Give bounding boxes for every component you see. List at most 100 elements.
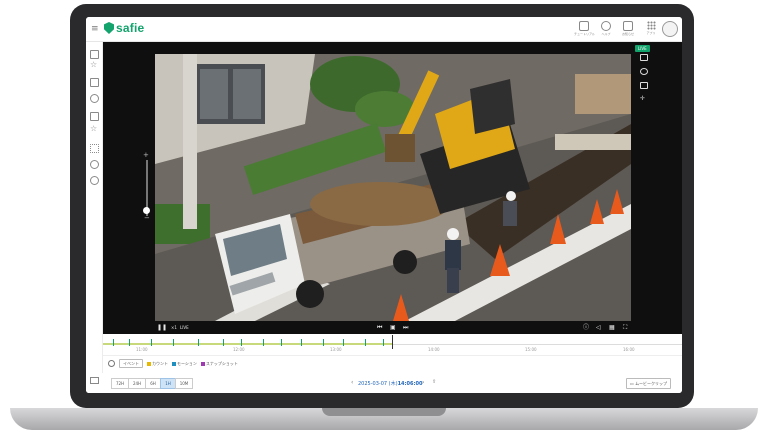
settings-icon[interactable] bbox=[90, 176, 99, 185]
video-control-bar: ❚❚ ×1 LIVE ⏮ ▣ ⏭ ⓘ ◁ ▦ ⛶ bbox=[103, 322, 682, 334]
camera-icon[interactable] bbox=[90, 50, 99, 59]
timeline-label: 11:00 bbox=[136, 347, 148, 352]
current-datetime[interactable]: 2025-03-07 (木)14:06:00 bbox=[358, 380, 422, 387]
layout-icon[interactable] bbox=[90, 112, 99, 121]
event-marker[interactable] bbox=[223, 339, 224, 346]
avatar[interactable] bbox=[662, 21, 678, 37]
event-marker[interactable] bbox=[343, 339, 344, 346]
help-button[interactable]: ヘルプ bbox=[596, 21, 616, 36]
users-icon[interactable] bbox=[90, 160, 99, 169]
legend-snapshot-label: スナップショット bbox=[205, 360, 238, 366]
legend-count[interactable]: カウント bbox=[147, 361, 168, 367]
recording-bar bbox=[103, 343, 393, 345]
grid-icon bbox=[646, 21, 656, 30]
app-window: ≡ safie チュートリアル ヘルプ お知らせ アプリ ☆ ☆ LIVE ✛ … bbox=[86, 17, 682, 393]
logo[interactable]: safie bbox=[104, 21, 144, 35]
apps-label: アプリ bbox=[646, 31, 656, 35]
event-marker[interactable] bbox=[383, 339, 384, 346]
camera-settings-icon[interactable] bbox=[640, 68, 648, 75]
volume-icon[interactable]: ◁ bbox=[596, 324, 601, 332]
timeline[interactable]: 11:00 12:00 13:00 14:00 15:00 16:00 bbox=[103, 335, 682, 356]
legend-count-label: カウント bbox=[152, 360, 168, 366]
camera-video[interactable] bbox=[155, 54, 631, 321]
range-1h-button[interactable]: 1H bbox=[160, 378, 176, 389]
next-date-icon[interactable]: › bbox=[422, 379, 424, 386]
pause-icon[interactable]: ❚❚ bbox=[157, 324, 167, 332]
live-badge: LIVE bbox=[635, 45, 650, 52]
tutorial-label: チュートリアル bbox=[574, 32, 595, 36]
notice-label: お知らせ bbox=[622, 32, 634, 36]
timeline-label: 13:00 bbox=[330, 347, 342, 352]
film-icon[interactable] bbox=[90, 78, 99, 87]
range-6h-button[interactable]: 6H bbox=[145, 378, 161, 389]
laptop-notch bbox=[322, 408, 446, 416]
range-72h-button[interactable]: 72H bbox=[111, 378, 129, 389]
help-label: ヘルプ bbox=[601, 32, 611, 36]
zoom-in-icon[interactable]: + bbox=[143, 151, 149, 159]
info-icon[interactable]: ⓘ bbox=[583, 324, 589, 332]
event-marker[interactable] bbox=[151, 339, 152, 346]
logo-mark-icon bbox=[104, 22, 114, 34]
mail-icon[interactable] bbox=[90, 377, 99, 384]
movie-clip-label: ムービークリップ bbox=[635, 381, 668, 386]
current-time: 14:06:00 bbox=[397, 381, 423, 387]
timeline-future bbox=[393, 344, 682, 345]
snapshot-swatch bbox=[200, 361, 205, 366]
event-marker[interactable] bbox=[113, 339, 114, 346]
move-icon[interactable]: ✛ bbox=[640, 96, 646, 102]
snapshot-icon[interactable] bbox=[640, 54, 648, 61]
event-marker[interactable] bbox=[323, 339, 324, 346]
range-24h-button[interactable]: 24H bbox=[128, 378, 146, 389]
zoom-slider-handle[interactable] bbox=[143, 207, 150, 214]
menu-icon[interactable]: ≡ bbox=[91, 24, 99, 34]
event-marker[interactable] bbox=[263, 339, 264, 346]
event-legend: イベント カウント モーション スナップショット bbox=[108, 359, 238, 368]
apps-button[interactable]: アプリ bbox=[641, 21, 661, 35]
event-marker[interactable] bbox=[365, 339, 366, 346]
event-marker[interactable] bbox=[241, 339, 242, 346]
event-marker[interactable] bbox=[129, 339, 130, 346]
legend-motion[interactable]: モーション bbox=[172, 361, 197, 367]
timeline-label: 16:00 bbox=[623, 347, 635, 352]
clock-icon[interactable] bbox=[108, 360, 115, 367]
bell-icon bbox=[623, 21, 633, 31]
logo-text: safie bbox=[116, 21, 145, 35]
event-marker[interactable] bbox=[301, 339, 302, 346]
chat-icon[interactable]: ▣ bbox=[390, 324, 396, 332]
event-marker[interactable] bbox=[173, 339, 174, 346]
skip-forward-icon[interactable]: ⏭ bbox=[403, 324, 408, 332]
zoom-out-icon[interactable]: − bbox=[144, 214, 150, 222]
tutorial-button[interactable]: チュートリアル bbox=[574, 21, 595, 36]
laptop-screen: ≡ safie チュートリアル ヘルプ お知らせ アプリ ☆ ☆ LIVE ✛ … bbox=[86, 17, 682, 393]
event-filter-button[interactable]: イベント bbox=[119, 359, 143, 368]
cloud-icon[interactable] bbox=[90, 94, 99, 103]
prev-date-icon[interactable]: ‹ bbox=[351, 379, 353, 386]
timeline-label: 14:00 bbox=[428, 347, 440, 352]
timeline-label: 15:00 bbox=[525, 347, 537, 352]
range-10m-button[interactable]: 10M bbox=[175, 378, 193, 389]
help-icon bbox=[601, 21, 611, 31]
construction-scene-image bbox=[155, 54, 631, 321]
star-outline-icon[interactable]: ☆ bbox=[90, 125, 97, 133]
footer-bar: 72H 24H 6H 1H 10M ‹ 2025-03-07 (木)14:06:… bbox=[86, 373, 682, 393]
timeline-label: 12:00 bbox=[233, 347, 245, 352]
timeline-cursor[interactable] bbox=[392, 335, 393, 349]
grid-view-icon[interactable]: ▦ bbox=[609, 324, 615, 332]
star-icon[interactable]: ☆ bbox=[90, 61, 97, 69]
skip-back-icon[interactable]: ⏮ bbox=[377, 324, 382, 332]
app-header: ≡ safie チュートリアル ヘルプ お知らせ アプリ bbox=[86, 17, 682, 42]
motion-swatch bbox=[172, 361, 176, 366]
fullscreen-icon[interactable]: ⛶ bbox=[623, 324, 627, 332]
notice-button[interactable]: お知らせ bbox=[618, 21, 638, 36]
document-icon[interactable] bbox=[640, 82, 648, 89]
legend-motion-label: モーション bbox=[177, 360, 197, 366]
apps-icon[interactable] bbox=[90, 144, 99, 153]
movie-clip-button[interactable]: ▭ ムービークリップ bbox=[626, 378, 672, 389]
event-marker[interactable] bbox=[281, 339, 282, 346]
event-marker[interactable] bbox=[198, 339, 199, 346]
legend-snapshot[interactable]: スナップショット bbox=[200, 360, 238, 367]
playback-label: LIVE bbox=[180, 325, 189, 330]
share-icon[interactable]: ⇪ bbox=[432, 379, 436, 385]
count-swatch bbox=[147, 361, 151, 366]
speed-label[interactable]: ×1 bbox=[171, 324, 177, 332]
